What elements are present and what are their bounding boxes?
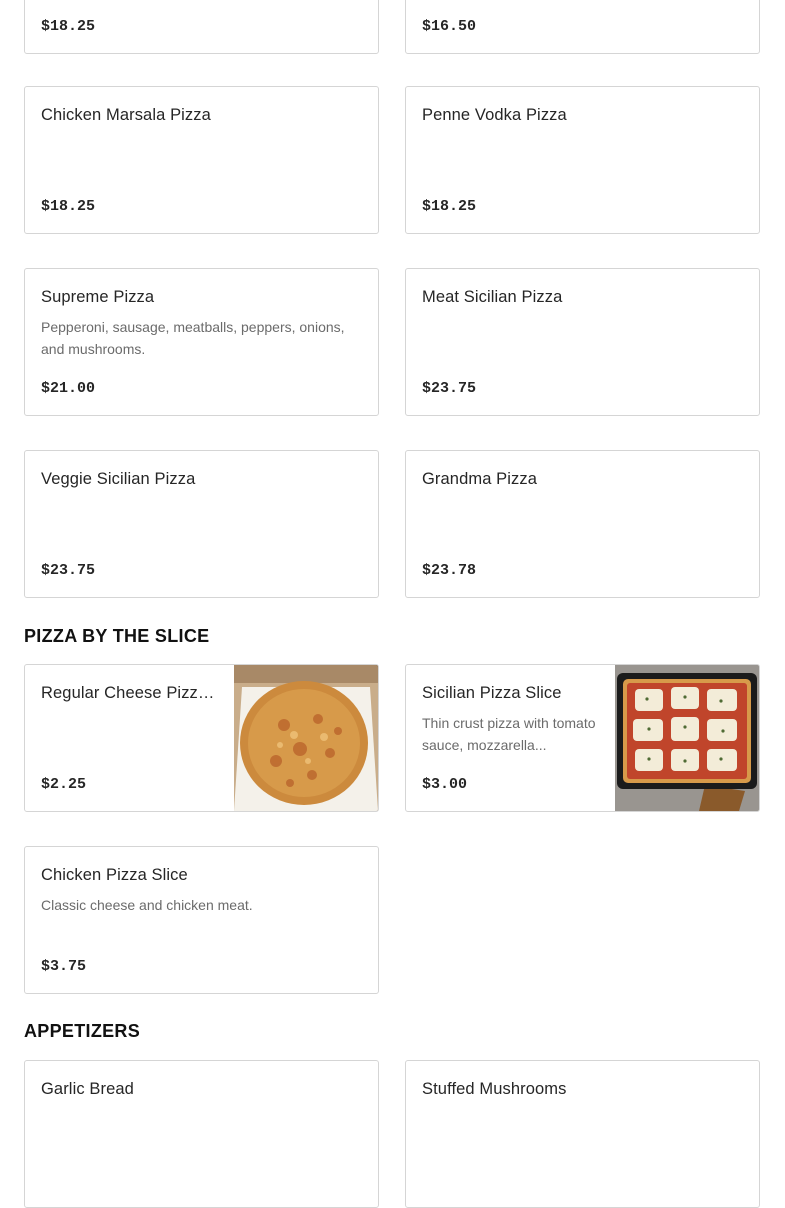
item-price: $3.75 [41,958,87,975]
item-price: $2.25 [41,776,87,793]
section-title-pizza-by-the-slice: PIZZA BY THE SLICE [24,626,210,646]
item-name: Chicken Pizza Slice [41,866,188,884]
item-price: $23.78 [422,562,477,579]
item-price: $18.25 [41,198,96,215]
menu-item-card[interactable]: Penne Vodka Pizza $18.25 [405,86,760,234]
menu-item-card[interactable]: $18.25 [24,0,379,54]
item-name: Penne Vodka Pizza [422,106,567,124]
menu-item-card[interactable]: Stuffed Mushrooms [405,1060,760,1208]
item-description: Pepperoni, sausage, meatballs, peppers, … [41,319,345,357]
menu-item-card[interactable]: Veggie Sicilian Pizza $23.75 [24,450,379,598]
menu-item-card[interactable]: Chicken Marsala Pizza $18.25 [24,86,379,234]
item-name: Garlic Bread [41,1080,134,1098]
item-price: $23.75 [41,562,96,579]
menu-item-card[interactable]: $16.50 [405,0,760,54]
item-price: $18.25 [422,198,477,215]
menu-item-card[interactable]: Sicilian Pizza Slice Thin crust pizza wi… [405,664,760,812]
item-price: $16.50 [422,18,477,35]
item-description: Classic cheese and chicken meat. [41,897,253,913]
menu-item-card[interactable]: Meat Sicilian Pizza $23.75 [405,268,760,416]
menu-item-card[interactable]: Regular Cheese Pizza... $2.25 [24,664,379,812]
section-title-appetizers: APPETIZERS [24,1021,141,1041]
menu-item-card[interactable]: Grandma Pizza $23.78 [405,450,760,598]
item-price: $21.00 [41,380,96,397]
cheese-pizza-image [234,665,378,811]
item-name: Veggie Sicilian Pizza [41,470,196,488]
item-name: Regular Cheese Pizza... [41,684,218,702]
menu-item-card[interactable]: Garlic Bread [24,1060,379,1208]
menu-item-card[interactable]: Chicken Pizza Slice Classic cheese and c… [24,846,379,994]
item-name: Stuffed Mushrooms [422,1080,567,1098]
item-name: Supreme Pizza [41,288,155,306]
item-price: $23.75 [422,380,477,397]
item-name: Chicken Marsala Pizza [41,106,211,124]
item-name: Sicilian Pizza Slice [422,684,562,702]
menu-item-card[interactable]: Supreme Pizza Pepperoni, sausage, meatba… [24,268,379,416]
item-price: $3.00 [422,776,468,793]
item-price: $18.25 [41,18,96,35]
sicilian-pizza-image [615,665,759,811]
item-name: Grandma Pizza [422,470,538,488]
item-name: Meat Sicilian Pizza [422,288,563,306]
item-description: Thin crust pizza with tomato sauce, mozz… [422,715,596,753]
